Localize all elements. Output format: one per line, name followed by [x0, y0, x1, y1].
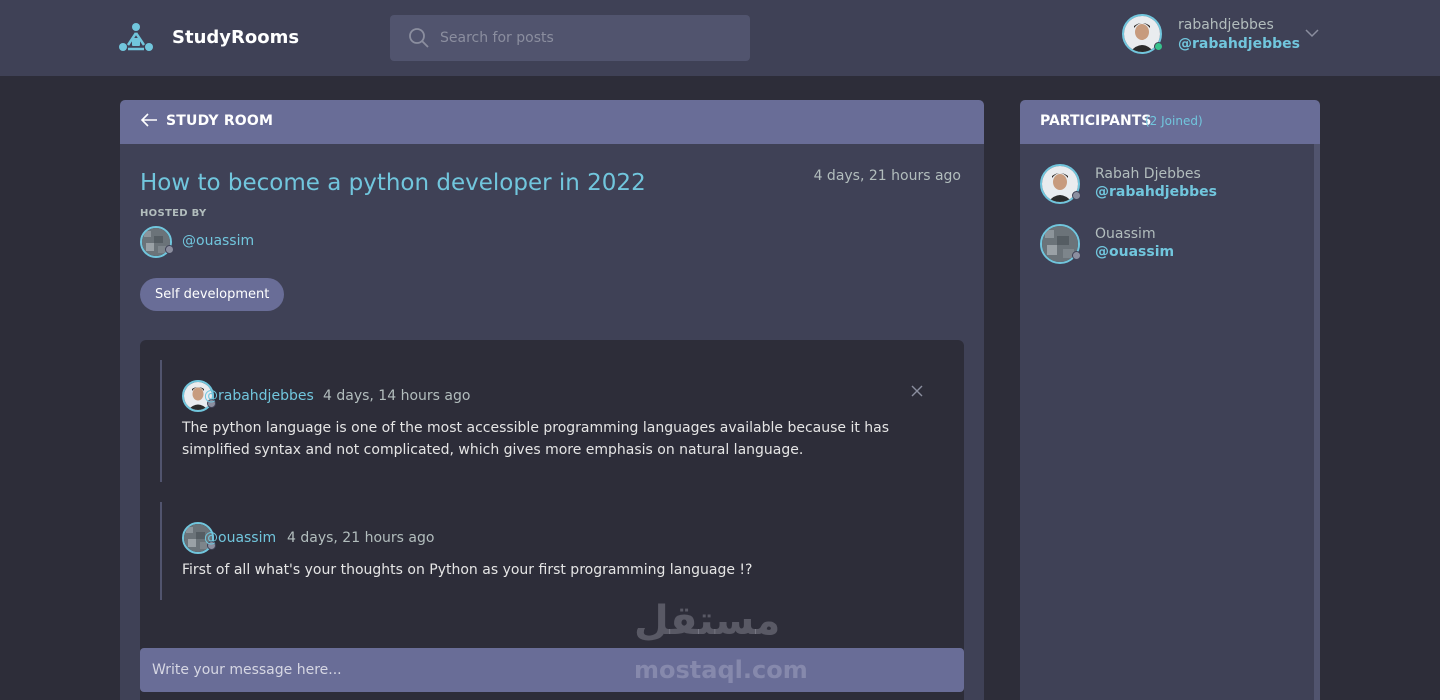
room-body: How to become a python developer in 2022…: [120, 144, 984, 700]
topic-tag[interactable]: Self development: [140, 278, 285, 311]
user-name: rabahdjebbes: [1178, 17, 1274, 33]
watermark-arabic: مستقل: [634, 598, 781, 644]
conversation-thread[interactable]: @rabahdjebbes 4 days, 14 hours ago The p…: [140, 340, 964, 700]
watermark-latin: mostaql.com: [634, 656, 808, 684]
offline-status-dot: [165, 245, 174, 254]
hosted-by-label: HOSTED BY: [140, 208, 207, 219]
scrollbar[interactable]: [1314, 144, 1320, 700]
arrow-left-icon[interactable]: [140, 112, 158, 128]
rooms-logo-icon[interactable]: [118, 21, 154, 55]
participant-name: Ouassim: [1095, 226, 1156, 242]
room-title: How to become a python developer in 2022: [140, 170, 646, 196]
online-status-dot: [1154, 42, 1163, 51]
participant-handle[interactable]: @ouassim: [1095, 244, 1174, 260]
participants-list: Rabah Djebbes @rabahdjebbes Ouassim @oua…: [1020, 144, 1314, 700]
message-text: First of all what's your thoughts on Pyt…: [182, 562, 753, 578]
participants-title: PARTICIPANTS: [1040, 113, 1152, 129]
user-handle: @rabahdjebbes: [1178, 36, 1300, 52]
participant-name: Rabah Djebbes: [1095, 166, 1201, 182]
message-author[interactable]: @ouassim: [204, 530, 276, 546]
room-header: STUDY ROOM: [120, 100, 984, 144]
search-icon: [409, 28, 429, 48]
message-composer[interactable]: [140, 648, 964, 692]
message-time: 4 days, 21 hours ago: [287, 530, 435, 546]
chevron-down-icon[interactable]: [1304, 26, 1320, 40]
message-time: 4 days, 14 hours ago: [323, 388, 471, 404]
message-author[interactable]: @rabahdjebbes: [204, 388, 314, 404]
offline-status-dot: [1072, 251, 1081, 260]
room-header-title: STUDY ROOM: [166, 113, 274, 129]
message-input[interactable]: [152, 658, 952, 682]
message-item: @ouassim 4 days, 21 hours ago First of a…: [160, 502, 920, 600]
close-icon[interactable]: [910, 384, 924, 398]
participants-count: (2 Joined): [1145, 114, 1203, 128]
top-navbar: StudyRooms rabahdjebbes @rabahdjebbes: [0, 0, 1440, 76]
brand-name[interactable]: StudyRooms: [172, 27, 299, 48]
user-menu[interactable]: rabahdjebbes @rabahdjebbes: [1120, 14, 1330, 60]
host-handle[interactable]: @ouassim: [182, 233, 254, 249]
search-input[interactable]: [440, 26, 730, 50]
room-timestamp: 4 days, 21 hours ago: [813, 168, 961, 184]
search-bar[interactable]: [390, 15, 750, 61]
message-text: The python language is one of the most a…: [182, 420, 890, 458]
offline-status-dot: [1072, 191, 1081, 200]
participants-header: PARTICIPANTS (2 Joined): [1020, 100, 1320, 144]
participant-handle[interactable]: @rabahdjebbes: [1095, 184, 1217, 200]
message-item: @rabahdjebbes 4 days, 14 hours ago The p…: [160, 360, 923, 482]
